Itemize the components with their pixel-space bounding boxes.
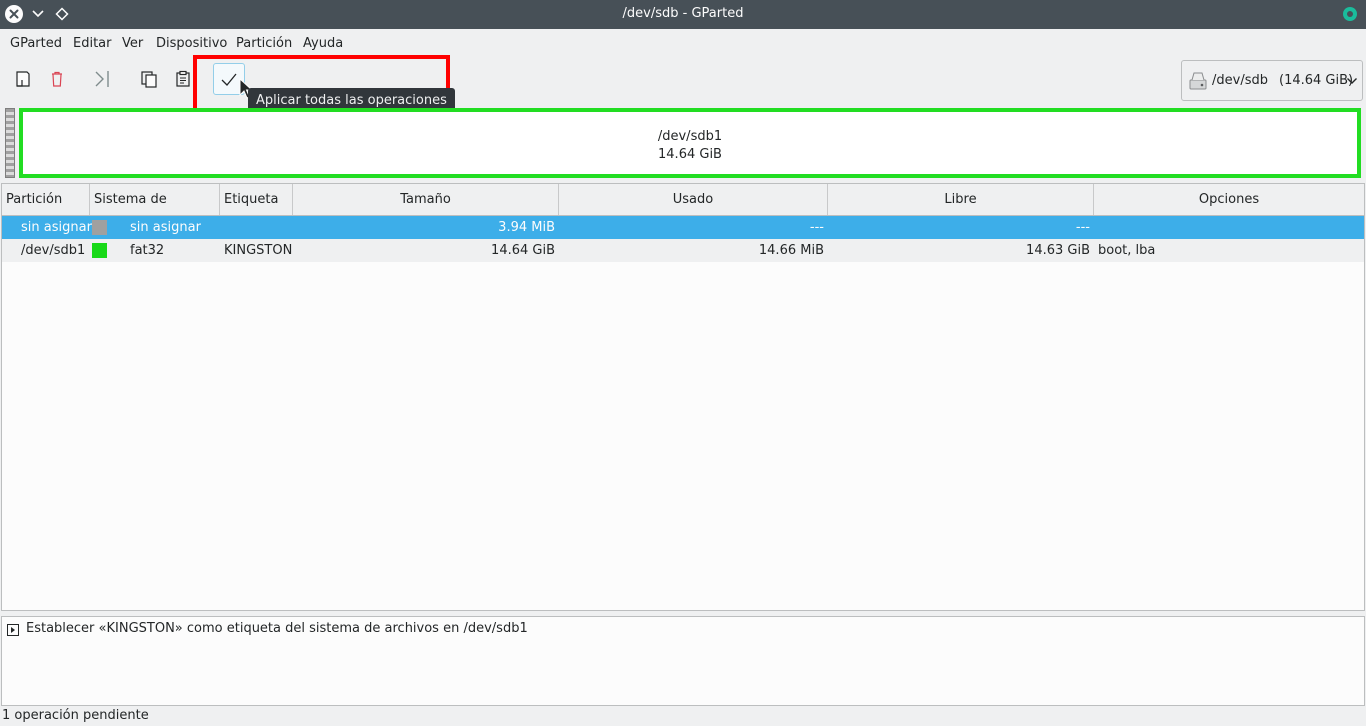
cell-free: 14.63 GiB [1026, 243, 1090, 258]
status-bar: 1 operación pendiente [2, 708, 149, 723]
cell-free: --- [1075, 220, 1090, 235]
menu-ayuda[interactable]: Ayuda [303, 36, 343, 51]
column-header-tamano[interactable]: Tamaño [293, 184, 559, 215]
cell-partition: sin asignar [21, 220, 92, 235]
column-header-particion[interactable]: Partición [2, 184, 90, 215]
fs-color-swatch [92, 243, 107, 258]
delete-icon[interactable] [45, 67, 69, 91]
cell-used: 14.66 MiB [758, 243, 824, 258]
column-header-usado[interactable]: Usado [559, 184, 828, 215]
fs-color-swatch [92, 220, 107, 235]
table-row[interactable]: /dev/sdb1 fat32 KINGSTON 14.64 GiB 14.66… [2, 239, 1364, 262]
device-size: (14.64 GiB) [1279, 73, 1354, 88]
pending-operations-list: Establecer «KINGSTON» como etiqueta del … [1, 616, 1365, 706]
chevron-down-icon [1347, 78, 1357, 84]
window-title: /dev/sdb - GParted [622, 6, 744, 21]
new-partition-icon[interactable] [11, 67, 35, 91]
cell-size: 3.94 MiB [498, 220, 555, 235]
paste-icon[interactable] [171, 67, 195, 91]
menu-editar[interactable]: Editar [73, 36, 112, 51]
pending-operation-item[interactable]: Establecer «KINGSTON» como etiqueta del … [26, 621, 528, 636]
cell-partition: /dev/sdb1 [21, 243, 86, 258]
menu-dispositivo[interactable]: Dispositivo [156, 36, 227, 51]
cell-filesystem: sin asignar [130, 220, 201, 235]
column-header-sistema-archivos[interactable]: Sistema de archivos [90, 184, 220, 238]
device-selector[interactable]: /dev/sdb (14.64 GiB) [1181, 60, 1363, 101]
partition-segment-name: /dev/sdb1 [657, 129, 723, 144]
menu-particion[interactable]: Partición [236, 36, 292, 51]
cell-flags: boot, lba [1098, 243, 1156, 258]
partition-segment-size: 14.64 GiB [658, 147, 722, 162]
column-header-etiqueta[interactable]: Etiqueta [220, 184, 293, 215]
unallocated-segment[interactable] [5, 108, 15, 178]
table-row[interactable]: sin asignar sin asignar 3.94 MiB --- --- [2, 216, 1364, 239]
disk-icon [1189, 72, 1207, 90]
column-header-opciones[interactable]: Opciones [1094, 184, 1364, 215]
app-status-icon [1343, 7, 1357, 21]
menu-gparted[interactable]: GParted [10, 36, 62, 51]
cell-size: 14.64 GiB [491, 243, 555, 258]
menu-bar: GParted Editar Ver Dispositivo Partición… [0, 29, 1366, 57]
partition-segment-sdb1[interactable]: /dev/sdb1 14.64 GiB [19, 108, 1361, 178]
cell-filesystem: fat32 [130, 243, 165, 258]
operation-icon [7, 624, 19, 636]
table-header: Partición Sistema de archivos Etiqueta T… [2, 184, 1364, 238]
cell-label: KINGSTON [224, 243, 293, 258]
column-header-libre[interactable]: Libre [828, 184, 1094, 215]
resize-move-icon[interactable] [91, 67, 115, 91]
cell-used: --- [809, 220, 824, 235]
partition-table: Partición Sistema de archivos Etiqueta T… [1, 183, 1365, 611]
device-name: /dev/sdb [1212, 73, 1268, 88]
menu-ver[interactable]: Ver [122, 36, 143, 51]
title-bar: /dev/sdb - GParted [0, 0, 1366, 29]
copy-icon[interactable] [137, 67, 161, 91]
